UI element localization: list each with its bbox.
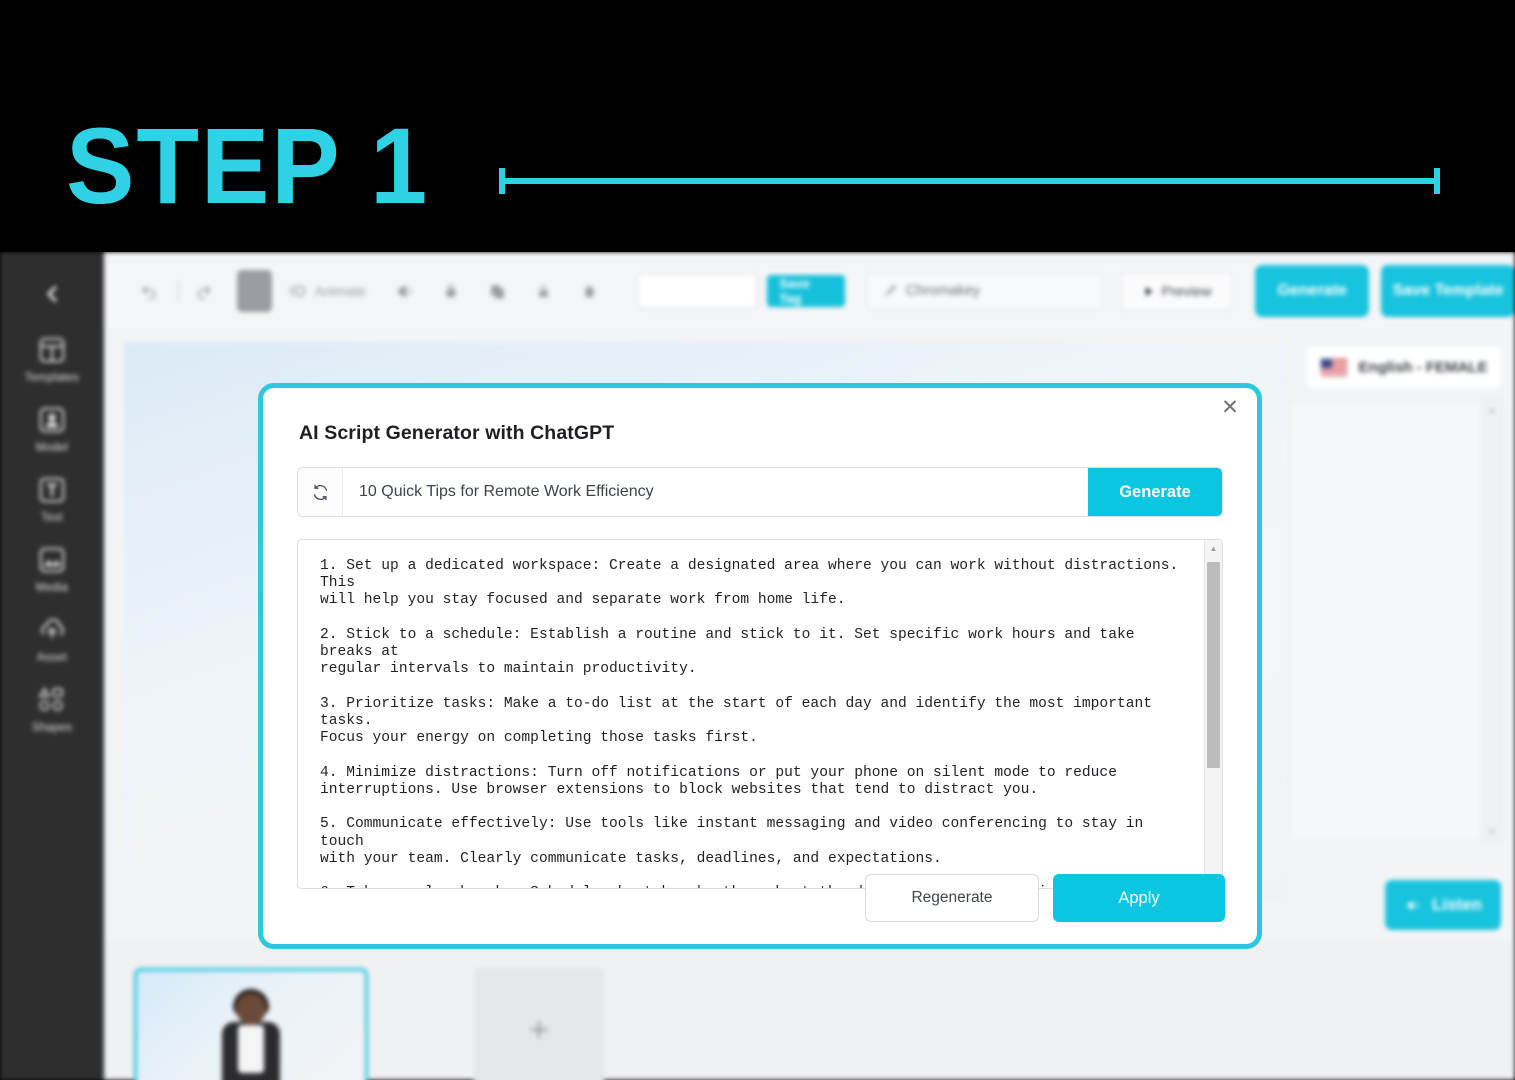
scroll-up-arrow[interactable]: ▲	[1487, 405, 1497, 415]
close-icon[interactable]: ✕	[1217, 394, 1243, 420]
sidebar-item-asset[interactable]: Asset	[17, 612, 87, 664]
lock-icon-2[interactable]	[525, 271, 563, 311]
prompt-row: Generate	[297, 467, 1223, 517]
dimension-cap-right	[1434, 168, 1440, 194]
listen-label: Listen	[1431, 895, 1483, 914]
sidebar-item-label: Templates	[24, 372, 80, 384]
sidebar-item-media[interactable]: Media	[17, 542, 87, 594]
us-flag-icon	[1320, 357, 1349, 377]
animate-icon	[288, 285, 305, 297]
tag-input[interactable]	[636, 273, 758, 309]
dimension-line	[499, 178, 1440, 184]
volume-icon[interactable]	[386, 271, 424, 311]
listen-button[interactable]: Listen	[1385, 880, 1501, 930]
avatar	[214, 989, 288, 1080]
language-selector[interactable]: English - FEMALE	[1305, 344, 1503, 390]
shapes-icon	[34, 682, 70, 718]
regenerate-button[interactable]: Regenerate	[865, 874, 1039, 922]
lock-icon-1[interactable]	[432, 271, 470, 311]
sidebar-item-label: Media	[35, 582, 69, 594]
prompt-input[interactable]	[343, 468, 1088, 516]
sidebar-item-templates[interactable]: Templates	[17, 332, 87, 384]
sidebar-item-label: Shapes	[31, 722, 73, 734]
script-editor-panel[interactable]: ▲ ▼	[1289, 400, 1503, 842]
redo-icon[interactable]	[185, 271, 223, 311]
sidebar-item-label: Text	[41, 512, 63, 524]
trash-icon[interactable]	[571, 271, 609, 311]
animate-button[interactable]: Animate	[286, 280, 366, 302]
language-label: English - FEMALE	[1358, 358, 1488, 376]
modal-generate-button[interactable]: Generate	[1088, 468, 1222, 516]
script-scrollbar[interactable]: ▲ ▼	[1204, 540, 1222, 888]
media-icon	[34, 542, 70, 578]
toolbar-generate-button[interactable]: Generate	[1254, 265, 1370, 317]
dimension-cap-left	[499, 168, 505, 194]
play-icon	[1145, 286, 1152, 296]
save-tag-button[interactable]: Save Tag	[767, 275, 845, 307]
scene-thumbnail-1[interactable]	[134, 968, 368, 1080]
toolbar-divider	[178, 280, 180, 302]
collapse-sidebar-button[interactable]	[32, 274, 72, 314]
undo-icon[interactable]	[130, 271, 168, 311]
scrollbar-thumb[interactable]	[1207, 562, 1220, 768]
modal-actions: Regenerate Apply	[865, 874, 1225, 922]
save-template-button[interactable]: Save Template	[1381, 265, 1515, 317]
sidebar-item-text[interactable]: Text	[17, 472, 87, 524]
sidebar-item-model[interactable]: Model	[17, 402, 87, 454]
scroll-down-arrow[interactable]: ▼	[1487, 827, 1497, 837]
scroll-up-arrow[interactable]: ▲	[1205, 540, 1222, 556]
eyedropper-icon	[884, 284, 896, 297]
generated-script-box[interactable]: 1. Set up a dedicated workspace: Create …	[297, 539, 1223, 889]
page-title: STEP 1	[66, 105, 430, 226]
templates-icon	[34, 332, 70, 368]
add-scene-button[interactable]: +	[474, 968, 604, 1080]
sidebar-item-label: Model	[35, 442, 69, 454]
copy-icon[interactable]	[478, 271, 516, 311]
apply-button[interactable]: Apply	[1053, 874, 1225, 922]
model-icon	[34, 402, 70, 438]
refresh-icon[interactable]	[298, 468, 343, 516]
chromakey-field[interactable]: Chromakey	[866, 272, 1105, 310]
chromakey-label: Chromakey	[905, 283, 980, 299]
generated-script-text: 1. Set up a dedicated workspace: Create …	[320, 558, 1179, 888]
scene-timeline: +	[104, 940, 1515, 1080]
sidebar-item-label: Asset	[37, 652, 67, 664]
left-sidebar: Templates Model Text Media Asset Shapes	[0, 252, 104, 1080]
modal-title: AI Script Generator with ChatGPT	[299, 422, 615, 444]
chevron-left-icon	[47, 286, 57, 302]
text-icon	[34, 472, 70, 508]
speaker-icon	[1407, 900, 1419, 910]
script-panel-scrollbar[interactable]: ▲ ▼	[1482, 401, 1502, 841]
editor-toolbar: Animate Save Tag Chromakey Preview Gener…	[104, 252, 1515, 330]
color-swatch[interactable]	[237, 270, 272, 312]
screenshot-root: STEP 1 Templates Model Text Media Asset …	[0, 0, 1515, 1080]
animate-label: Animate	[314, 283, 367, 299]
ai-script-generator-modal: ✕ AI Script Generator with ChatGPT Gener…	[258, 383, 1262, 949]
asset-upload-icon	[34, 612, 70, 648]
preview-label: Preview	[1161, 283, 1212, 299]
step-banner: STEP 1	[0, 0, 1515, 252]
sidebar-item-shapes[interactable]: Shapes	[17, 682, 87, 734]
preview-button[interactable]: Preview	[1120, 271, 1233, 311]
